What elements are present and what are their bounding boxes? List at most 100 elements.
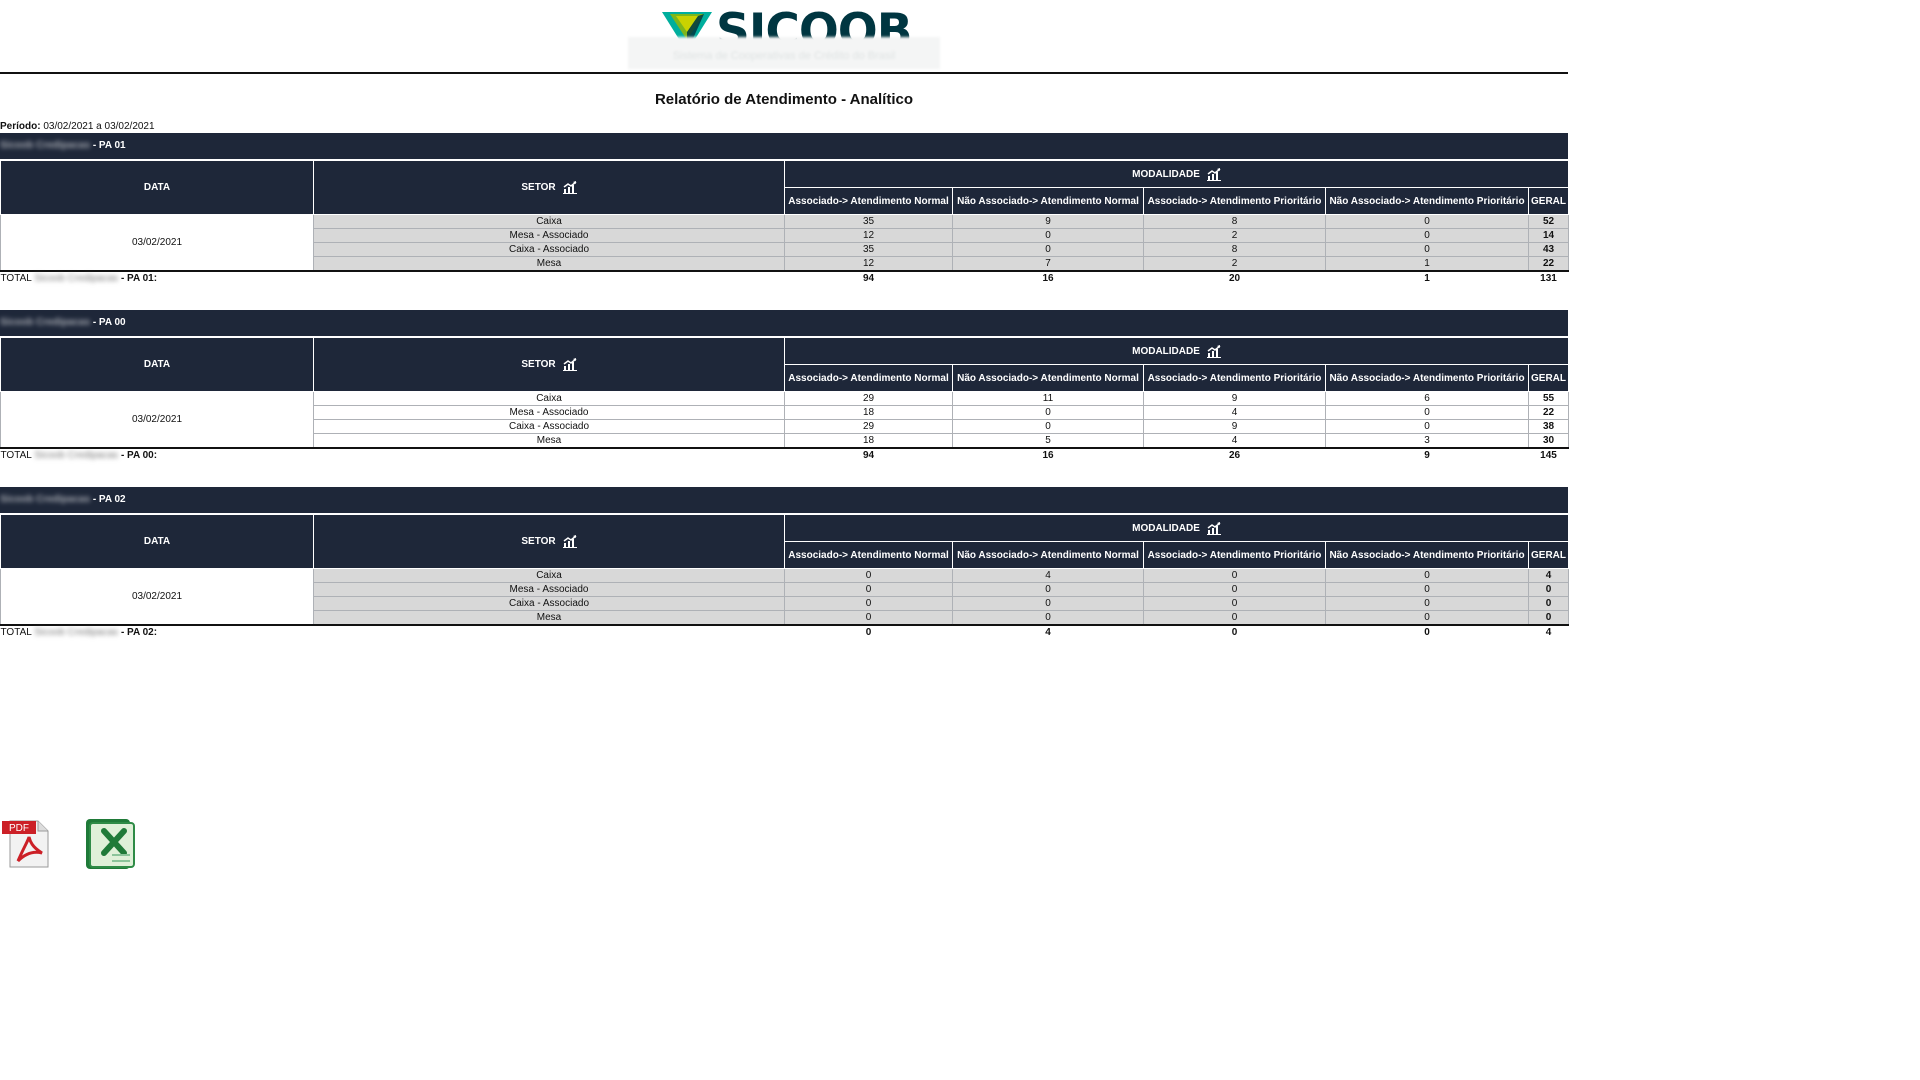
row-value: 0 — [952, 596, 1144, 611]
total-label: TOTAL Sicoob Credipacas - PA 02: — [0, 624, 785, 639]
cooperative-name: Sicoob Credipacas — [0, 140, 91, 151]
pa-section: Sicoob Credipacas - PA 02 DATA SETOR MODALI… — [0, 487, 1570, 639]
row-geral: 14 — [1527, 228, 1570, 243]
atendimento-table: DATA SETOR MODALIDADE Associado-> Atendimen… — [0, 160, 1570, 285]
row-value: 18 — [784, 405, 953, 420]
excel-icon[interactable] — [82, 817, 136, 876]
col-assoc-prior: Associado-> Atendimento Prioritário — [1143, 187, 1326, 215]
total-label: TOTAL Sicoob Credipacas - PA 00: — [0, 447, 785, 462]
row-value: 9 — [1143, 391, 1326, 406]
total-geral: 131 — [1528, 270, 1569, 285]
cooperative-name: Sicoob Credipacas — [34, 450, 119, 461]
row-value: 35 — [784, 214, 953, 229]
total-value: 1 — [1325, 270, 1529, 285]
row-value: 1 — [1325, 256, 1529, 272]
row-value: 0 — [1325, 596, 1529, 611]
col-setor: SETOR — [313, 514, 785, 569]
total-value: 9 — [1325, 447, 1529, 462]
row-value: 0 — [952, 419, 1144, 434]
col-assoc-normal: Associado-> Atendimento Normal — [784, 364, 953, 392]
row-value: 0 — [1325, 568, 1529, 583]
row-value: 8 — [1143, 242, 1326, 257]
row-date: 03/02/2021 — [0, 391, 314, 449]
table-row: 03/02/2021 Caixa 0 4 0 0 4 — [0, 568, 1570, 626]
pdf-icon[interactable]: PDF — [2, 817, 52, 876]
col-nao-assoc-normal: Não Associado-> Atendimento Normal — [952, 187, 1144, 215]
row-geral: 38 — [1527, 419, 1570, 434]
row-setor: Caixa — [313, 568, 785, 583]
col-data: DATA — [0, 160, 314, 215]
col-modalidade: MODALIDADE — [783, 514, 1570, 542]
col-modalidade: MODALIDADE — [783, 160, 1570, 188]
row-value: 29 — [784, 391, 953, 406]
cooperative-name: Sicoob Credipacas — [0, 494, 91, 505]
row-geral: 55 — [1527, 391, 1570, 406]
pa-section-title: Sicoob Credipacas - PA 02 — [0, 487, 1568, 514]
cooperative-name: Sicoob Credipacas — [34, 273, 119, 284]
cooperative-name: Sicoob Credipacas — [34, 627, 119, 638]
period-label: Período: — [0, 121, 41, 132]
pa-label: - PA 00 — [92, 317, 126, 328]
row-value: 0 — [1143, 610, 1326, 626]
total-value: 94 — [784, 447, 953, 462]
pa-section-title: Sicoob Credipacas - PA 01 — [0, 133, 1568, 160]
row-value: 2 — [1143, 256, 1326, 272]
col-setor: SETOR — [313, 337, 785, 392]
total-value: 0 — [1143, 624, 1326, 639]
col-nao-assoc-prior: Não Associado-> Atendimento Prioritário — [1325, 364, 1529, 392]
chart-icon — [1206, 344, 1221, 358]
row-value: 0 — [784, 582, 953, 597]
row-value: 4 — [1143, 405, 1326, 420]
row-geral: 30 — [1527, 433, 1570, 449]
total-value: 4 — [952, 624, 1144, 639]
total-row: TOTAL Sicoob Credipacas - PA 01: 94 16 20 1 1… — [0, 270, 1569, 285]
row-setor: Caixa — [313, 214, 785, 229]
chart-icon — [562, 358, 577, 371]
row-setor: Mesa — [313, 256, 785, 272]
row-value: 0 — [1143, 582, 1326, 597]
col-assoc-prior: Associado-> Atendimento Prioritário — [1143, 364, 1326, 392]
table-row: 03/02/2021 Caixa 29 11 9 6 55 — [0, 391, 1570, 449]
row-value: 0 — [784, 610, 953, 626]
row-date: 03/02/2021 — [0, 568, 314, 626]
total-value: 20 — [1143, 270, 1326, 285]
row-value: 9 — [952, 214, 1144, 229]
row-geral: 0 — [1527, 582, 1570, 597]
report-title: Relatório de Atendimento - Analítico — [654, 91, 914, 108]
row-value: 0 — [1325, 419, 1529, 434]
col-nao-assoc-prior: Não Associado-> Atendimento Prioritário — [1325, 541, 1529, 569]
row-geral: 52 — [1527, 214, 1570, 229]
row-setor: Mesa — [313, 433, 785, 449]
atendimento-table: DATA SETOR MODALIDADE Associado-> Atendimen… — [0, 514, 1570, 639]
row-value: 18 — [784, 433, 953, 449]
row-value: 7 — [952, 256, 1144, 272]
row-value: 0 — [1325, 582, 1529, 597]
atendimento-table: DATA SETOR MODALIDADE Associado-> Atendimen… — [0, 337, 1570, 462]
chart-icon — [1206, 521, 1221, 535]
total-geral: 4 — [1528, 624, 1569, 639]
col-assoc-prior: Associado-> Atendimento Prioritário — [1143, 541, 1326, 569]
row-value: 0 — [952, 610, 1144, 626]
row-setor: Caixa - Associado — [313, 596, 785, 611]
pa-label: - PA 02 — [92, 494, 126, 505]
report-header: SICOOB Sistema de Cooperativas de Crédit… — [0, 0, 1568, 74]
row-setor: Caixa - Associado — [313, 242, 785, 257]
row-date: 03/02/2021 — [0, 214, 314, 272]
chart-icon — [562, 181, 577, 194]
row-value: 2 — [1143, 228, 1326, 243]
row-value: 0 — [1325, 610, 1529, 626]
row-value: 0 — [1143, 568, 1326, 583]
total-value: 94 — [784, 270, 953, 285]
row-value: 0 — [1143, 596, 1326, 611]
col-assoc-normal: Associado-> Atendimento Normal — [784, 187, 953, 215]
col-modalidade: MODALIDADE — [783, 337, 1570, 365]
col-setor: SETOR — [313, 160, 785, 215]
export-icons: PDF — [2, 817, 136, 876]
row-geral: 4 — [1527, 568, 1570, 583]
col-data: DATA — [0, 514, 314, 569]
col-assoc-normal: Associado-> Atendimento Normal — [784, 541, 953, 569]
pa-section-title: Sicoob Credipacas - PA 00 — [0, 310, 1568, 337]
row-value: 4 — [1143, 433, 1326, 449]
row-value: 0 — [952, 582, 1144, 597]
row-value: 29 — [784, 419, 953, 434]
